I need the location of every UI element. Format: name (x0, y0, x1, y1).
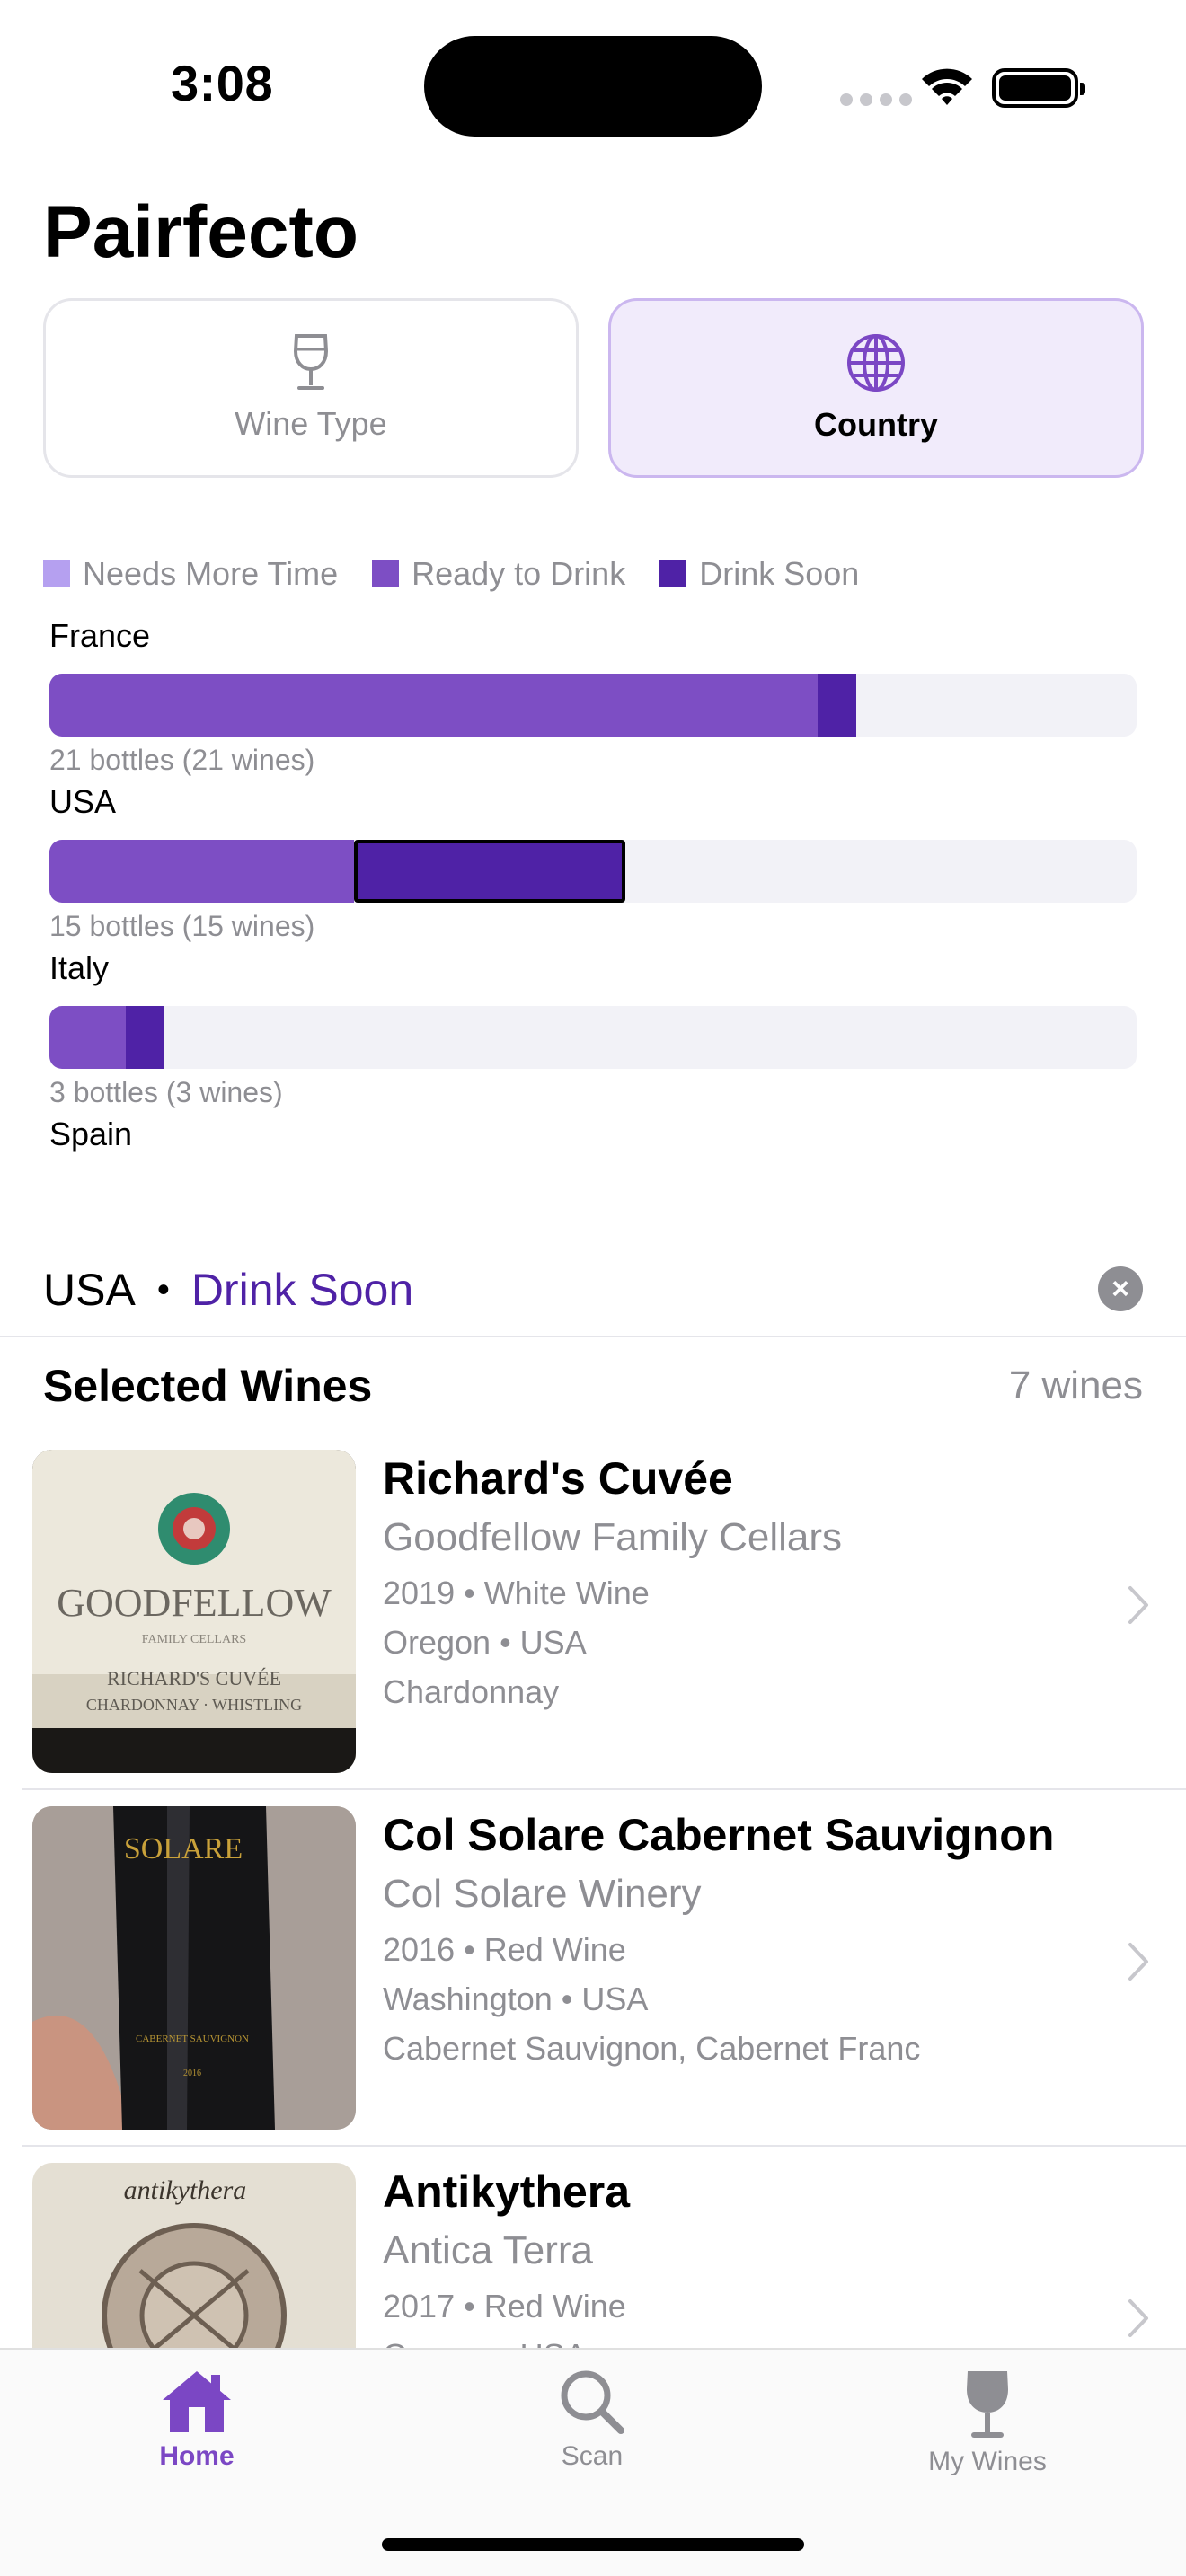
wine-vintage-type: 2019 • White Wine (383, 1575, 650, 1611)
wine-name: Antikythera (383, 2166, 631, 2217)
chevron-right-icon (1128, 1586, 1148, 1624)
country-name: France (49, 617, 151, 654)
bottle-count: 3 bottles (3 wines) (49, 1076, 283, 1108)
bar-track (49, 840, 1137, 903)
tab-home[interactable]: Home (89, 2368, 305, 2472)
status-time: 3:08 (171, 55, 274, 111)
country-segment[interactable]: Country (608, 298, 1144, 478)
wine-row[interactable]: SOLARE CABERNET SAUVIGNON 2016 Col Solar… (0, 1806, 1186, 2163)
row-divider (22, 2145, 1186, 2147)
legend-swatch (659, 560, 687, 587)
bottle-count: 15 bottles (15 wines) (49, 910, 315, 942)
bar-ready-to-drink[interactable] (49, 674, 819, 737)
bar-ready-to-drink[interactable] (49, 840, 354, 903)
wine-list[interactable]: GOODFELLOW FAMILY CELLARS RICHARD'S CUVÉ… (0, 1450, 1186, 2348)
wine-producer: Antica Terra (383, 2228, 593, 2272)
legend-swatch (43, 560, 70, 587)
svg-text:RICHARD'S CUVÉE: RICHARD'S CUVÉE (107, 1667, 281, 1689)
chevron-right-icon (1128, 1943, 1148, 1981)
wine-producer: Goodfellow Family Cellars (383, 1515, 843, 1559)
bar-track (49, 1006, 1137, 1069)
wine-row[interactable]: antikythera Antikythera Antica Terra 201… (0, 2163, 1186, 2348)
svg-text:SOLARE: SOLARE (124, 1832, 243, 1866)
home-indicator (382, 2538, 804, 2551)
wine-row[interactable]: GOODFELLOW FAMILY CELLARS RICHARD'S CUVÉ… (0, 1450, 1186, 1806)
country-row-france: France 21 bottles (21 wines) (49, 616, 1137, 777)
bar-drink-soon[interactable] (818, 674, 856, 737)
wine-info: Richard's Cuvée Goodfellow Family Cellar… (383, 1450, 1102, 1716)
svg-text:antikythera: antikythera (124, 2175, 247, 2205)
legend-label: Needs More Time (83, 555, 339, 592)
wine-bottle-photo: SOLARE CABERNET SAUVIGNON 2016 (32, 1806, 356, 2130)
filter-status: Drink Soon (190, 1265, 414, 1315)
wine-info: Col Solare Cabernet Sauvignon Col Solare… (383, 1806, 1102, 2073)
tab-my-wines[interactable]: My Wines (880, 2368, 1095, 2477)
bar-track (49, 674, 1137, 737)
country-row-italy: Italy 3 bottles (3 wines) (49, 948, 1137, 1109)
country-name: Spain (49, 1116, 133, 1152)
battery-icon (992, 68, 1085, 108)
tab-label: Scan (561, 2441, 624, 2471)
svg-text:GOODFELLOW: GOODFELLOW (57, 1581, 332, 1625)
bar-drink-soon[interactable] (353, 840, 626, 903)
legend-label: Ready to Drink (412, 555, 626, 592)
filter-separator: • (156, 1269, 170, 1310)
filter-country: USA (43, 1265, 136, 1315)
wifi-icon (922, 68, 972, 105)
page-title: Pairfecto (43, 191, 358, 273)
wine-varietal: Cabernet Sauvignon, Cabernet Franc (383, 2030, 921, 2067)
bar-drink-soon[interactable] (125, 1006, 164, 1069)
active-filter: USA • Drink Soon × (43, 1257, 1143, 1322)
svg-text:FAMILY CELLARS: FAMILY CELLARS (142, 1633, 246, 1646)
wine-name: Col Solare Cabernet Sauvignon (383, 1810, 1055, 1860)
wine-vintage-type: 2017 • Red Wine (383, 2288, 626, 2325)
wine-type-segment[interactable]: Wine Type (43, 298, 579, 478)
wine-glass-icon (967, 2371, 1008, 2438)
legend: Needs More Time Ready to Drink Drink Soo… (43, 555, 859, 593)
wine-region: Washington • USA (383, 1981, 649, 2017)
country-name: USA (49, 783, 117, 820)
wine-count: 7 wines (1008, 1363, 1143, 1407)
country-name: Italy (49, 949, 110, 986)
wine-vintage-type: 2016 • Red Wine (383, 1931, 626, 1968)
wine-type-label: Wine Type (235, 405, 387, 442)
dynamic-island (424, 36, 762, 137)
chevron-right-icon (1128, 2299, 1148, 2337)
legend-item-needs-more-time: Needs More Time (43, 555, 338, 593)
country-row-usa: USA 15 bottles (15 wines) (49, 782, 1137, 943)
row-divider (22, 1788, 1186, 1790)
country-label: Country (814, 406, 938, 443)
magnifying-glass-icon (561, 2370, 624, 2434)
svg-text:CABERNET SAUVIGNON: CABERNET SAUVIGNON (136, 2033, 249, 2044)
wine-producer: Col Solare Winery (383, 1872, 702, 1916)
wine-region: Oregon • USA (383, 2331, 1102, 2348)
house-icon (163, 2371, 231, 2432)
signal-icon (840, 93, 912, 106)
country-row-spain: Spain (49, 1115, 1137, 1154)
section-title: Selected Wines (43, 1361, 373, 1411)
wine-info: Antikythera Antica Terra 2017 • Red Wine… (383, 2163, 1102, 2348)
wine-bottle-photo: antikythera (32, 2163, 356, 2348)
divider (0, 1336, 1186, 1337)
close-icon: × (1111, 1271, 1129, 1306)
tab-label: My Wines (928, 2447, 1047, 2476)
svg-text:2016: 2016 (183, 2069, 201, 2078)
legend-label: Drink Soon (699, 555, 860, 592)
bottle-count: 21 bottles (21 wines) (49, 744, 315, 776)
wine-bottle-photo: GOODFELLOW FAMILY CELLARS RICHARD'S CUVÉ… (32, 1450, 356, 1773)
tab-scan[interactable]: Scan (484, 2368, 700, 2472)
legend-swatch (372, 560, 400, 587)
wine-region: Oregon • USA (383, 1624, 587, 1661)
bar-ready-to-drink[interactable] (49, 1006, 126, 1069)
wine-varietal: Chardonnay (383, 1673, 560, 1710)
globe-icon (847, 334, 905, 392)
svg-text:CHARDONNAY · WHISTLING: CHARDONNAY · WHISTLING (86, 1696, 302, 1714)
wine-glass-icon (293, 334, 329, 390)
legend-item-drink-soon: Drink Soon (659, 555, 859, 593)
wine-name: Richard's Cuvée (383, 1453, 733, 1504)
clear-filter-button[interactable]: × (1098, 1266, 1143, 1311)
tab-label: Home (159, 2441, 235, 2471)
legend-item-ready-to-drink: Ready to Drink (372, 555, 625, 593)
